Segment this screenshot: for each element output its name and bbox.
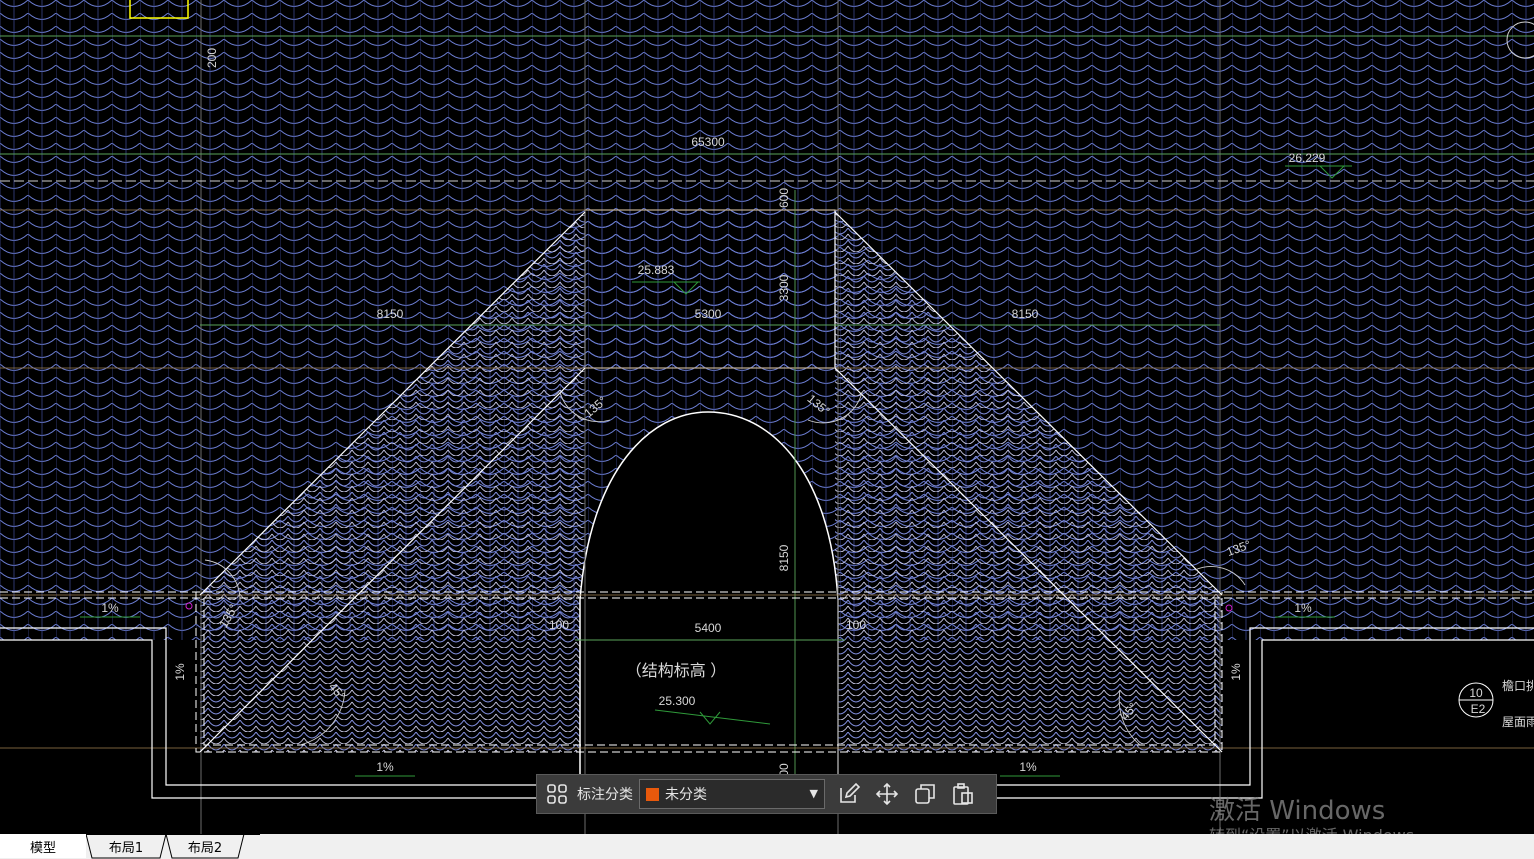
dim-width-5400: 5400: [695, 621, 722, 635]
annotation-category-label: 标注分类: [577, 787, 633, 803]
dim-center-5300: 5300: [695, 307, 722, 321]
slope-right-side: 1%: [1229, 663, 1243, 681]
copy-icon[interactable]: [911, 780, 939, 808]
category-color-swatch: [646, 787, 659, 801]
dim-height-3300: 3300: [777, 274, 791, 301]
paste-icon[interactable]: [949, 780, 977, 808]
dim-offset-100-left: 100: [549, 618, 569, 632]
dim-offset-100-right: 100: [846, 618, 866, 632]
elev-bottom: 25.300: [659, 694, 696, 708]
detail-tag-ref: E2: [1471, 702, 1486, 716]
slope-bottom-left: 1%: [376, 760, 394, 774]
dim-total-width: 65300: [691, 135, 725, 149]
elev-mid: 25.883: [638, 263, 675, 277]
dim-right-8150: 8150: [1012, 307, 1039, 321]
dim-height-200: 200: [205, 48, 219, 68]
slope-left-top: 1%: [101, 601, 119, 615]
detail-tag-label1: 檐口挑: [1502, 679, 1534, 693]
move-icon[interactable]: [873, 780, 901, 808]
annotation-toolbar: 标注分类 未分类 ▼: [536, 774, 997, 814]
elev-top-right: 26.229: [1289, 151, 1326, 165]
tab-model[interactable]: 模型: [0, 834, 86, 858]
dim-height-8150: 8150: [777, 544, 791, 571]
grid-icon[interactable]: [543, 780, 571, 808]
slope-bottom-right: 1%: [1019, 760, 1037, 774]
slope-right-top: 1%: [1294, 601, 1312, 615]
chevron-down-icon: ▼: [809, 787, 818, 800]
struct-elev-label: （结构标高 ）: [626, 662, 726, 680]
detail-tag-label2: 屋面雨水: [1502, 715, 1534, 729]
tab-layout1[interactable]: 布局1: [92, 834, 160, 858]
dim-left-8150: 8150: [377, 307, 404, 321]
arch-opening: [579, 411, 839, 801]
dim-height-600: 600: [777, 188, 791, 208]
detail-tag-num: 10: [1469, 686, 1483, 700]
edit-icon[interactable]: [835, 780, 863, 808]
tab-layout2[interactable]: 布局2: [172, 834, 238, 858]
category-select-value: 未分类: [665, 787, 707, 803]
annotation-category-select[interactable]: 未分类 ▼: [639, 779, 825, 809]
slope-left-side: 1%: [173, 663, 187, 681]
cad-drawing-canvas[interactable]: 10 E2 檐口挑 屋面雨水 65300 26.229 25.883 8150 …: [0, 0, 1534, 834]
top-block: [584, 209, 836, 369]
layout-tab-bar: 模型 布局1 布局2: [0, 834, 1534, 859]
